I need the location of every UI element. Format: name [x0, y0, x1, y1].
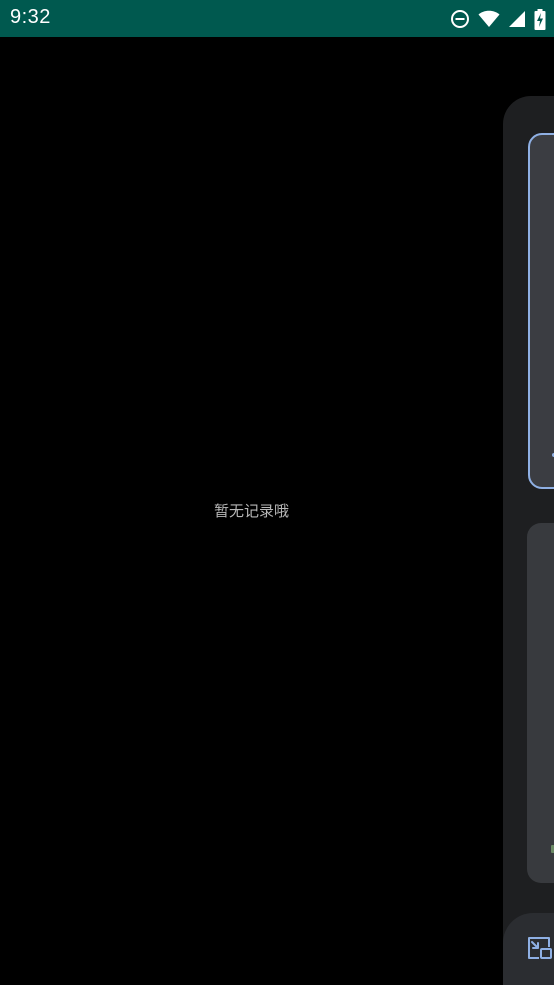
picture-in-picture-icon [527, 935, 553, 965]
side-card-selected[interactable] [528, 133, 554, 489]
do-not-disturb-icon [450, 9, 470, 29]
cell-signal-icon [508, 10, 526, 28]
wifi-icon [478, 10, 500, 28]
status-icons [450, 8, 546, 30]
battery-charging-icon [534, 8, 546, 30]
empty-state-message: 暂无记录哦 [213, 502, 289, 520]
side-card[interactable] [527, 523, 554, 883]
picture-in-picture-button[interactable] [523, 933, 554, 967]
screen: 9:32 暂无记录哦 [0, 0, 554, 985]
status-time: 9:32 [10, 6, 51, 28]
status-bar: 9:32 [0, 0, 554, 37]
